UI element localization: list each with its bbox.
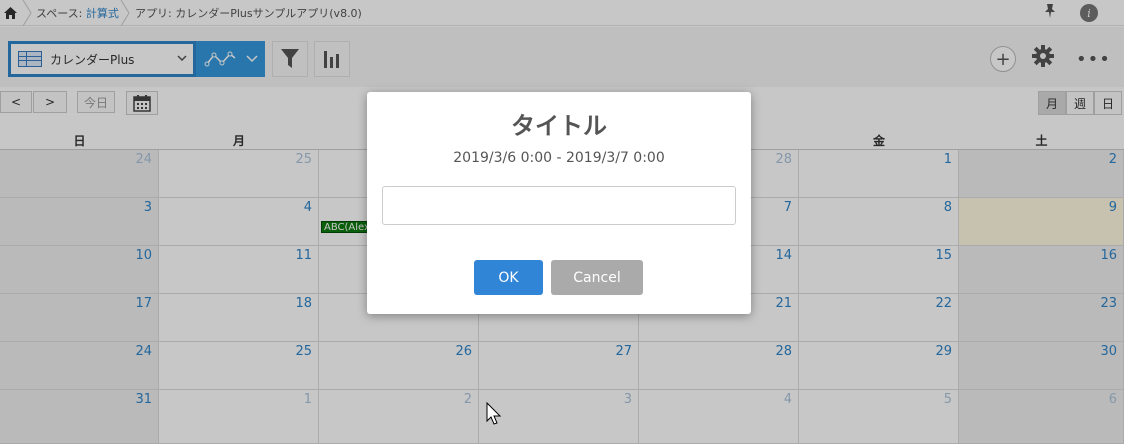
cancel-button[interactable]: Cancel <box>551 260 643 295</box>
dialog-title: タイトル <box>511 112 607 140</box>
title-input[interactable] <box>382 186 736 225</box>
title-dialog: タイトル 2019/3/6 0:00 - 2019/3/7 0:00 OK Ca… <box>367 92 751 314</box>
mouse-cursor-icon <box>486 402 502 425</box>
ok-button[interactable]: OK <box>474 260 543 295</box>
dialog-date-range: 2019/3/6 0:00 - 2019/3/7 0:00 <box>453 150 665 166</box>
